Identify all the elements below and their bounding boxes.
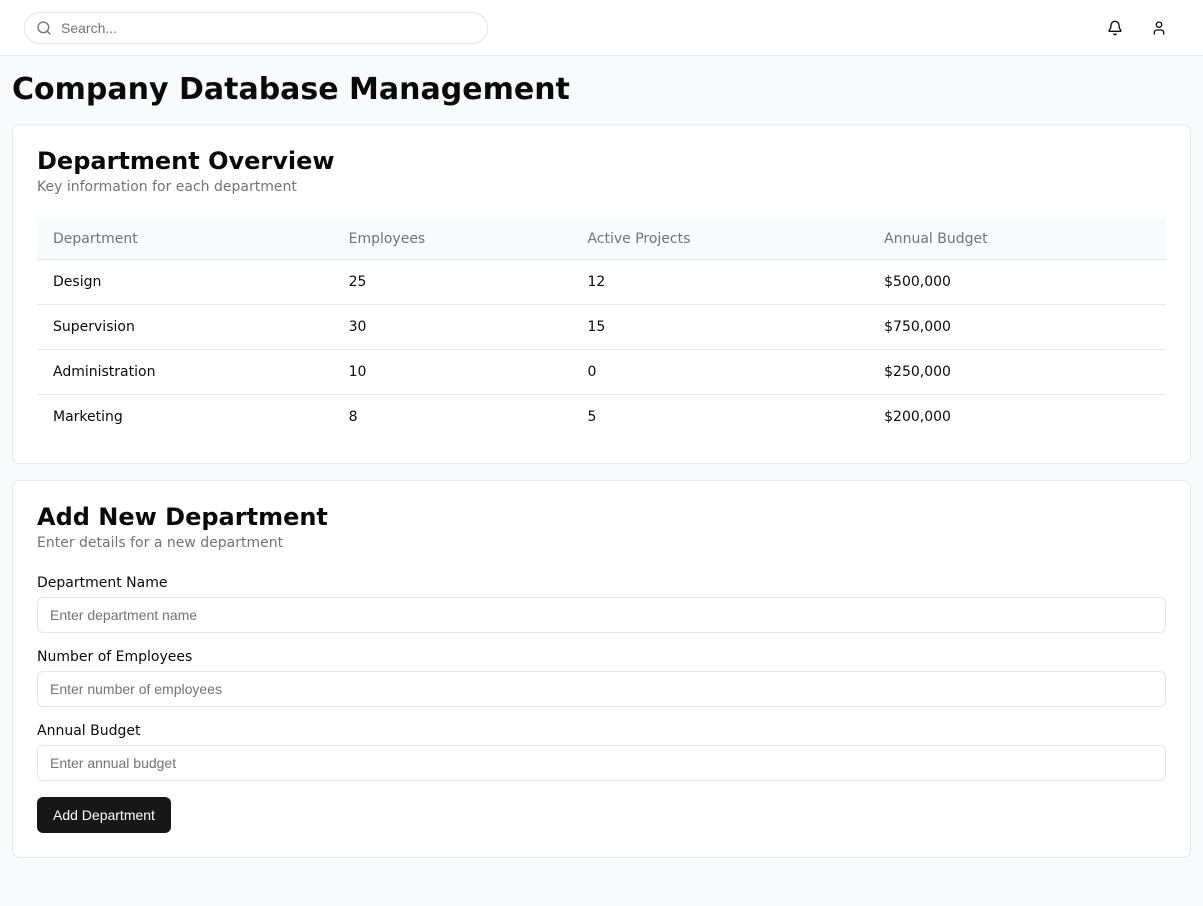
user-icon [1151, 20, 1167, 36]
input-department-name[interactable] [37, 597, 1166, 633]
form-group-name: Department Name [37, 575, 1166, 633]
search-wrapper [24, 12, 488, 44]
card-description: Key information for each department [37, 179, 1166, 195]
search-input[interactable] [24, 12, 488, 44]
card-content: Department Employees Active Projects Ann… [13, 195, 1190, 463]
table-row: Marketing85$200,000 [37, 395, 1166, 440]
card-header: Add New Department Enter details for a n… [13, 481, 1190, 551]
cell-employees: 25 [333, 260, 572, 305]
cell-projects: 12 [571, 260, 868, 305]
bell-icon [1107, 20, 1123, 36]
card-content: Department Name Number of Employees Annu… [13, 551, 1190, 857]
departments-table: Department Employees Active Projects Ann… [37, 219, 1166, 439]
header-actions [1095, 8, 1179, 48]
table-row: Design2512$500,000 [37, 260, 1166, 305]
cell-projects: 15 [571, 305, 868, 350]
form-group-employees: Number of Employees [37, 649, 1166, 707]
page-title: Company Database Management [12, 72, 1191, 108]
cell-employees: 10 [333, 350, 572, 395]
cell-department: Administration [37, 350, 333, 395]
app-header [0, 0, 1203, 56]
form-group-budget: Annual Budget [37, 723, 1166, 781]
input-employees[interactable] [37, 671, 1166, 707]
card-header: Department Overview Key information for … [13, 125, 1190, 195]
card-title: Add New Department [37, 505, 1166, 529]
notifications-button[interactable] [1095, 8, 1135, 48]
col-employees: Employees [333, 219, 572, 260]
input-budget[interactable] [37, 745, 1166, 781]
label-budget: Annual Budget [37, 723, 1166, 739]
cell-department: Design [37, 260, 333, 305]
col-department: Department [37, 219, 333, 260]
cell-budget: $200,000 [868, 395, 1166, 440]
cell-department: Marketing [37, 395, 333, 440]
user-menu-button[interactable] [1139, 8, 1179, 48]
add-department-form: Department Name Number of Employees Annu… [37, 575, 1166, 833]
add-department-button[interactable]: Add Department [37, 797, 171, 833]
label-department-name: Department Name [37, 575, 1166, 591]
add-department-card: Add New Department Enter details for a n… [12, 480, 1191, 858]
cell-projects: 5 [571, 395, 868, 440]
cell-budget: $250,000 [868, 350, 1166, 395]
col-projects: Active Projects [571, 219, 868, 260]
table-row: Supervision3015$750,000 [37, 305, 1166, 350]
table-header-row: Department Employees Active Projects Ann… [37, 219, 1166, 260]
cell-budget: $750,000 [868, 305, 1166, 350]
cell-employees: 30 [333, 305, 572, 350]
cell-projects: 0 [571, 350, 868, 395]
table-row: Administration100$250,000 [37, 350, 1166, 395]
cell-budget: $500,000 [868, 260, 1166, 305]
col-budget: Annual Budget [868, 219, 1166, 260]
main-content: Company Database Management Department O… [0, 56, 1203, 906]
card-description: Enter details for a new department [37, 535, 1166, 551]
department-overview-card: Department Overview Key information for … [12, 124, 1191, 464]
cell-employees: 8 [333, 395, 572, 440]
cell-department: Supervision [37, 305, 333, 350]
card-title: Department Overview [37, 149, 1166, 173]
label-employees: Number of Employees [37, 649, 1166, 665]
